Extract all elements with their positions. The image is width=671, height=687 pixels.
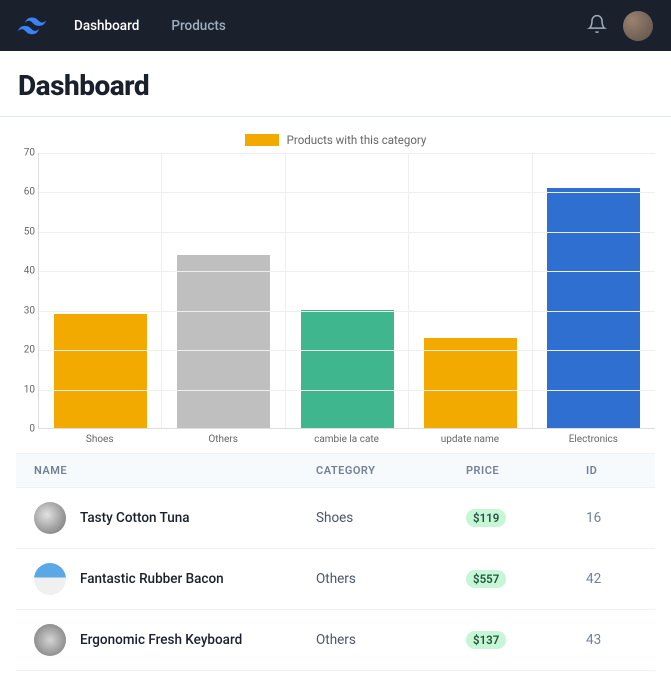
cell-name: Fantastic Rubber Bacon	[80, 571, 316, 587]
x-tick-label: Others	[161, 429, 284, 445]
product-thumb	[34, 563, 66, 595]
products-table: NAME CATEGORY PRICE ID Tasty Cotton Tuna…	[16, 453, 655, 671]
gridline	[39, 153, 655, 154]
page-title: Dashboard	[18, 69, 653, 102]
gridline	[39, 311, 655, 312]
y-tick-label: 20	[17, 345, 35, 356]
cell-id: 43	[556, 632, 637, 648]
chart-legend: Products with this category	[16, 133, 655, 147]
cell-id: 42	[556, 571, 637, 587]
gridline	[39, 350, 655, 351]
bar[interactable]	[54, 314, 147, 428]
price-badge: $119	[466, 509, 506, 527]
chart-x-labels: ShoesOtherscambie la cateupdate nameElec…	[38, 429, 655, 445]
bar-slot	[409, 153, 532, 428]
cell-price: $557	[466, 570, 556, 588]
user-avatar[interactable]	[623, 11, 653, 41]
x-tick-label: cambie la cate	[285, 429, 408, 445]
y-tick-label: 0	[17, 424, 35, 435]
table-body: Tasty Cotton TunaShoes$119 16 Fantastic Ru…	[16, 488, 655, 671]
product-thumb	[34, 624, 66, 656]
cell-category: Others	[316, 632, 466, 648]
nav-products[interactable]: Products	[171, 18, 225, 34]
cell-name: Ergonomic Fresh Keyboard	[80, 632, 316, 648]
th-name: NAME	[34, 464, 316, 477]
bar-slot	[286, 153, 409, 428]
th-price: PRICE	[466, 464, 556, 477]
table-row[interactable]: Fantastic Rubber BaconOthers$557 42	[16, 549, 655, 610]
navbar: Dashboard Products	[0, 0, 671, 51]
x-tick-label: update name	[408, 429, 531, 445]
cell-category: Shoes	[316, 510, 466, 526]
cell-category: Others	[316, 571, 466, 587]
page-header: Dashboard	[0, 51, 671, 117]
chart-plot-area: 010203040506070	[38, 153, 655, 429]
nav-dashboard[interactable]: Dashboard	[74, 18, 139, 34]
navbar-left: Dashboard Products	[18, 17, 226, 35]
cell-id: 16	[556, 510, 637, 526]
cell-name: Tasty Cotton Tuna	[80, 510, 316, 526]
gridline	[39, 271, 655, 272]
bar-slot	[162, 153, 285, 428]
table-header: NAME CATEGORY PRICE ID	[16, 453, 655, 488]
bar[interactable]	[424, 338, 517, 428]
gridline	[39, 390, 655, 391]
chart-bars	[39, 153, 655, 428]
bell-icon[interactable]	[587, 14, 607, 38]
price-badge: $137	[466, 631, 506, 649]
gridline	[39, 192, 655, 193]
product-thumb	[34, 502, 66, 534]
table-row[interactable]: Tasty Cotton TunaShoes$119 16	[16, 488, 655, 549]
price-badge: $557	[466, 570, 506, 588]
bar[interactable]	[547, 188, 640, 428]
x-tick-label: Shoes	[38, 429, 161, 445]
logo-icon[interactable]	[18, 17, 46, 35]
cell-price: $137	[466, 631, 556, 649]
th-id: ID	[556, 464, 637, 477]
bar[interactable]	[177, 255, 270, 428]
content: Products with this category 010203040506…	[0, 117, 671, 687]
y-tick-label: 40	[17, 266, 35, 277]
th-category: CATEGORY	[316, 464, 466, 477]
y-tick-label: 30	[17, 305, 35, 316]
cell-price: $119	[466, 509, 556, 527]
category-chart: Products with this category 010203040506…	[16, 133, 655, 445]
gridline	[39, 232, 655, 233]
bar-slot	[39, 153, 162, 428]
legend-swatch	[245, 134, 279, 146]
legend-label: Products with this category	[287, 133, 427, 147]
navbar-right	[587, 11, 653, 41]
y-tick-label: 70	[17, 148, 35, 159]
nav-links: Dashboard Products	[74, 18, 226, 34]
y-tick-label: 60	[17, 187, 35, 198]
bar[interactable]	[301, 310, 394, 428]
y-tick-label: 50	[17, 226, 35, 237]
y-tick-label: 10	[17, 384, 35, 395]
x-tick-label: Electronics	[532, 429, 655, 445]
bar-slot	[533, 153, 655, 428]
table-row[interactable]: Ergonomic Fresh KeyboardOthers$137 43	[16, 610, 655, 671]
